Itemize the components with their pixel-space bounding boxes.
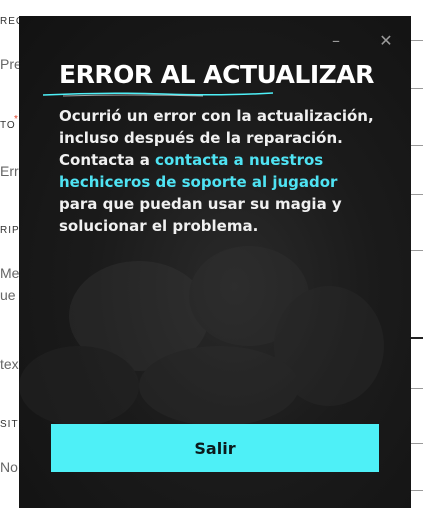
- minimize-icon[interactable]: –: [327, 32, 345, 50]
- bg-field-me[interactable]: Me: [0, 265, 19, 281]
- bg-label-sit: SIT: [0, 419, 19, 430]
- bg-field-err[interactable]: Err: [0, 163, 19, 179]
- bg-field-no[interactable]: No: [0, 459, 18, 475]
- error-message: Ocurrió un error con la actualización, i…: [59, 105, 379, 237]
- dialog-title: ERROR AL ACTUALIZAR: [59, 60, 374, 89]
- background-artwork: [19, 246, 384, 426]
- exit-button[interactable]: Salir: [51, 424, 379, 472]
- bg-divider: [409, 145, 423, 146]
- bg-divider: [409, 88, 423, 89]
- bg-divider: [409, 337, 423, 339]
- bg-divider: [409, 194, 423, 195]
- bg-field-tex[interactable]: tex: [0, 356, 19, 372]
- bg-divider: [409, 388, 423, 389]
- title-underline: [43, 92, 273, 97]
- bg-divider: [409, 490, 423, 491]
- bg-divider: [409, 40, 423, 41]
- bg-divider: [409, 443, 423, 444]
- bg-divider: [409, 250, 423, 251]
- message-text-end: para que puedan usar su magia y solucion…: [59, 195, 342, 235]
- bg-field-ue: ue: [0, 287, 16, 303]
- close-icon[interactable]: ✕: [377, 32, 395, 50]
- error-dialog: – ✕ ERROR AL ACTUALIZAR Ocurrió un error…: [19, 16, 411, 508]
